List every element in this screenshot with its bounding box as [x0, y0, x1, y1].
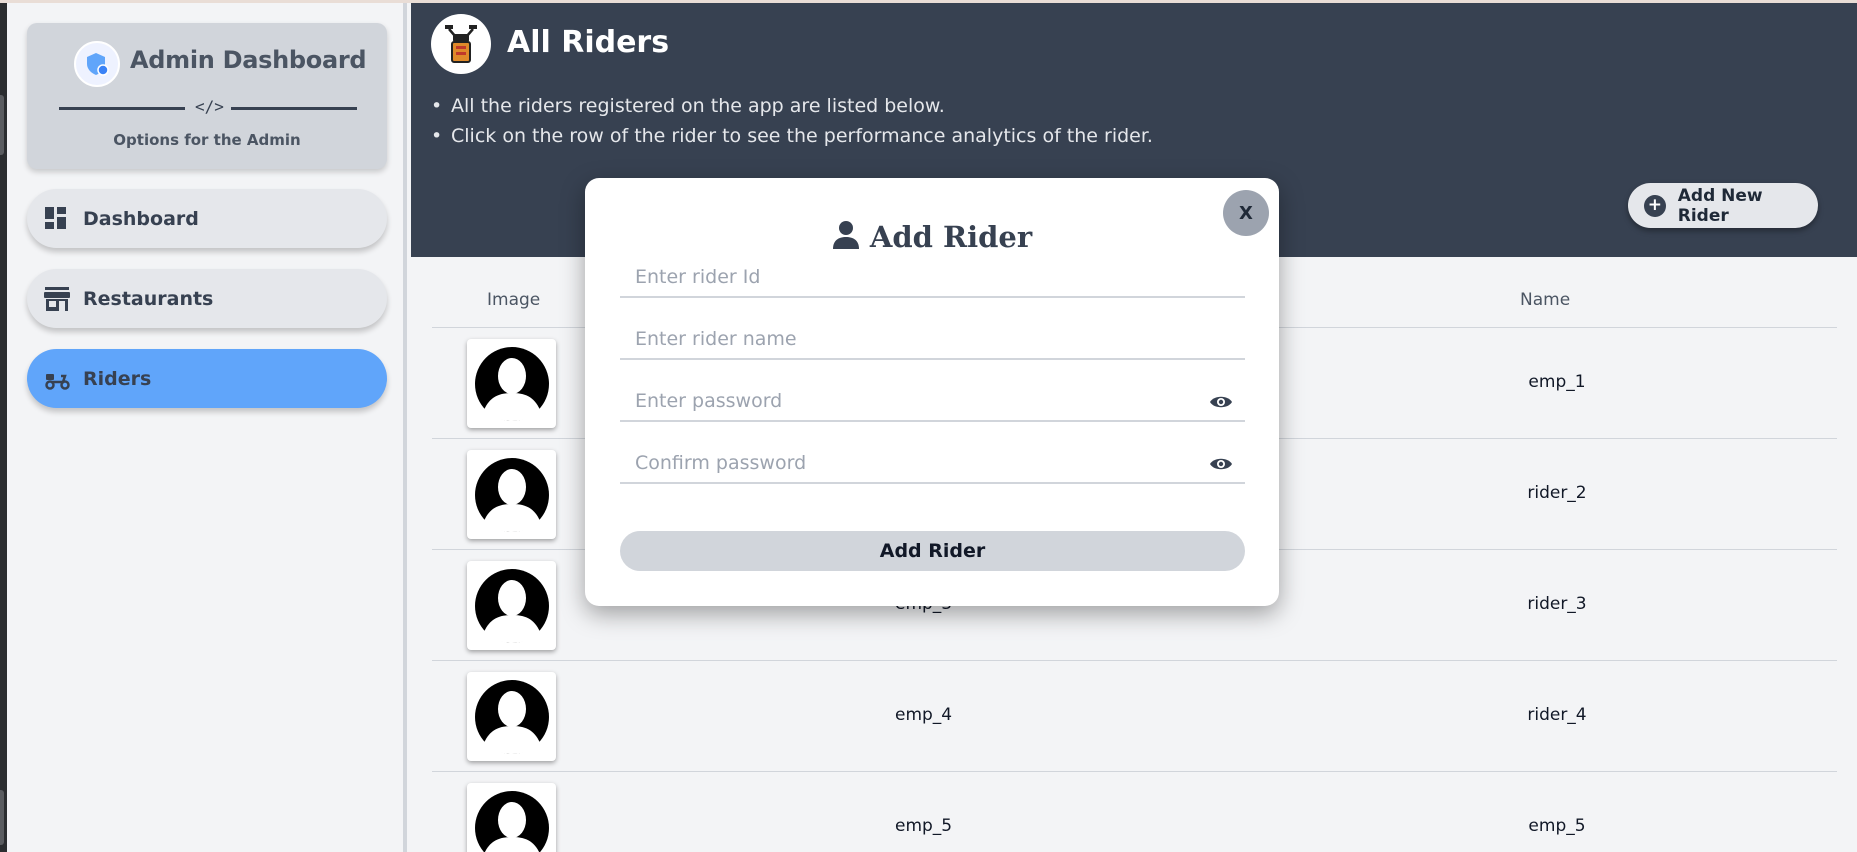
confirm-password-field	[620, 444, 1245, 484]
avatar	[467, 561, 556, 650]
store-icon	[43, 285, 71, 313]
sidebar: Admin Dashboard </> Options for the Admi…	[7, 3, 407, 852]
password-field	[620, 382, 1245, 422]
avatar	[467, 450, 556, 539]
sidebar-item-restaurants[interactable]: Restaurants	[27, 269, 387, 328]
rider-id-field	[620, 258, 1245, 298]
instruction-item: Click on the row of the rider to see the…	[431, 125, 1153, 147]
sidebar-item-label: Restaurants	[83, 287, 214, 310]
instruction-item: All the riders registered on the app are…	[431, 95, 1153, 117]
rider-name-cell: emp_5	[1528, 816, 1586, 836]
add-rider-modal: X Add Rider Add Rider	[585, 178, 1279, 606]
window-top-strip	[0, 0, 1857, 3]
rider-name-cell: emp_1	[1528, 372, 1586, 392]
divider-left	[59, 107, 185, 110]
divider-right	[231, 107, 357, 110]
dashboard-icon	[43, 205, 71, 233]
plus-circle-icon: +	[1644, 194, 1666, 217]
avatar	[467, 672, 556, 761]
rider-id-cell: emp_4	[895, 705, 953, 725]
eye-icon[interactable]	[1209, 392, 1233, 412]
code-icon: </>	[195, 97, 224, 116]
rider-logo-icon	[431, 14, 491, 74]
sidebar-item-label: Dashboard	[83, 207, 199, 230]
table-row[interactable]: emp_4 rider_4	[432, 661, 1837, 772]
rider-name-field	[620, 320, 1245, 360]
modal-title: Add Rider	[585, 220, 1279, 254]
add-new-rider-label: Add New Rider	[1677, 185, 1763, 226]
rider-id-cell: emp_5	[895, 816, 953, 836]
sidebar-item-dashboard[interactable]: Dashboard	[27, 189, 387, 248]
add-new-rider-button[interactable]: + Add New Rider	[1628, 183, 1818, 228]
admin-shield-icon	[74, 41, 120, 87]
avatar	[467, 339, 556, 428]
password-input[interactable]	[620, 382, 1245, 420]
sidebar-item-riders[interactable]: Riders	[27, 349, 387, 408]
rider-name-cell: rider_3	[1527, 594, 1587, 614]
user-icon	[832, 220, 860, 254]
left-window-edge	[0, 0, 7, 852]
column-header-name: Name	[1520, 290, 1571, 310]
table-row[interactable]: emp_5 emp_5	[432, 772, 1837, 852]
rider-name-input[interactable]	[620, 320, 1245, 358]
rider-name-cell: rider_2	[1527, 483, 1587, 503]
avatar	[467, 783, 556, 852]
instructions-list: All the riders registered on the app are…	[431, 95, 1153, 155]
page-title: All Riders	[507, 25, 670, 60]
sidebar-item-label: Riders	[83, 367, 152, 390]
modal-title-text: Add Rider	[869, 220, 1033, 254]
sidebar-title: Admin Dashboard	[130, 46, 367, 74]
confirm-password-input[interactable]	[620, 444, 1245, 482]
sidebar-subtitle: Options for the Admin	[113, 131, 301, 149]
column-header-image: Image	[487, 290, 541, 310]
add-rider-submit-button[interactable]: Add Rider	[620, 531, 1245, 571]
scooter-icon	[43, 365, 71, 393]
sidebar-header: Admin Dashboard </> Options for the Admi…	[27, 23, 387, 169]
eye-icon[interactable]	[1209, 454, 1233, 474]
rider-name-cell: rider_4	[1527, 705, 1587, 725]
rider-id-input[interactable]	[620, 258, 1245, 296]
